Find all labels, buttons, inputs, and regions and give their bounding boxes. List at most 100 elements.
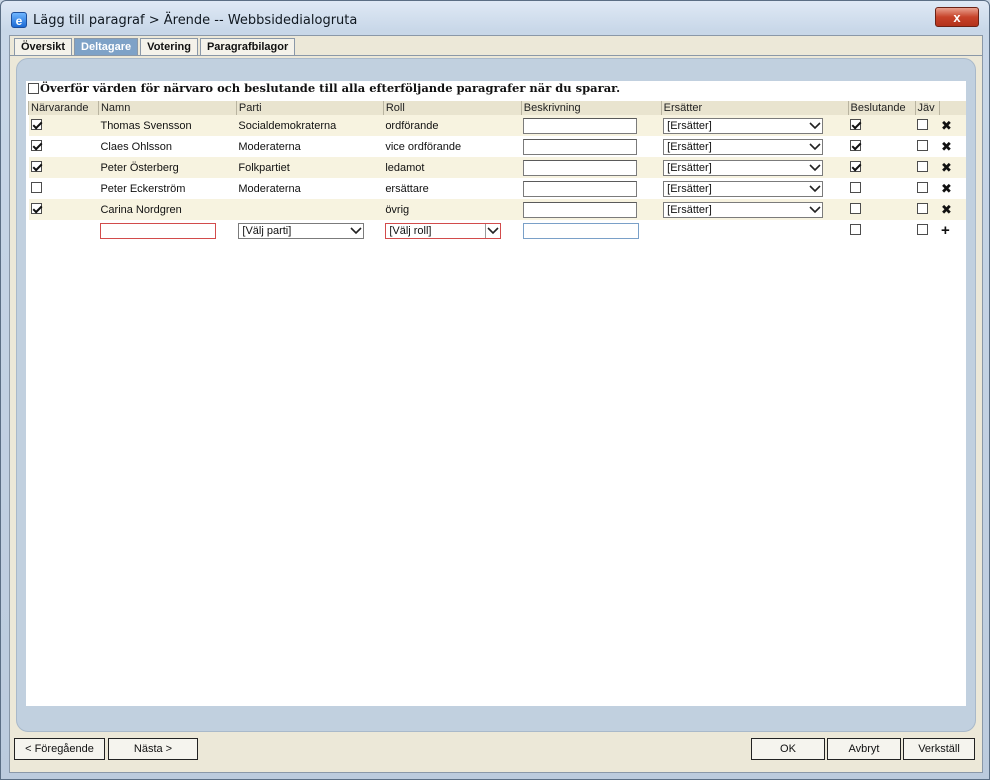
deciding-cell xyxy=(848,157,916,178)
deciding-checkbox[interactable] xyxy=(850,160,862,172)
remove-icon[interactable]: ✖ xyxy=(941,202,952,217)
party-cell: Moderaterna xyxy=(238,140,301,153)
participants-body: Thomas Svensson Socialdemokraterna ordföra… xyxy=(28,115,967,241)
cancel-button[interactable]: Avbryt xyxy=(827,738,901,760)
present-cell xyxy=(29,178,99,199)
table-row: Carina Nordgren övrig [Ersätter] ✖ xyxy=(28,199,966,220)
replaces-select[interactable]: [Ersätter] xyxy=(663,201,824,218)
tab-paragrafbilagor[interactable]: Paragrafbilagor xyxy=(199,38,296,55)
description-cell xyxy=(521,199,662,220)
replaces-cell: [Ersätter] xyxy=(661,199,849,220)
deciding-checkbox[interactable] xyxy=(850,118,862,130)
replaces-select-value: [Ersätter] xyxy=(667,140,712,153)
role-select[interactable]: [Välj roll] xyxy=(385,222,502,239)
new-name-input[interactable] xyxy=(100,222,217,239)
browser-icon: e xyxy=(11,12,27,28)
jav-checkbox[interactable] xyxy=(917,118,929,130)
deciding-checkbox[interactable] xyxy=(850,202,862,214)
new-role-cell: [Välj roll] xyxy=(383,220,521,241)
transfer-values-option[interactable]: Överför värden för närvaro och beslutand… xyxy=(28,81,620,95)
present-checkbox[interactable] xyxy=(30,202,42,214)
jav-checkbox[interactable] xyxy=(917,139,929,151)
transfer-label: Överför värden för närvaro och beslutand… xyxy=(40,81,621,95)
remove-icon[interactable]: ✖ xyxy=(941,181,952,196)
new-participant-row: [Välj parti] [Välj roll] + xyxy=(29,220,967,241)
remove-icon[interactable]: ✖ xyxy=(941,139,952,154)
deciding-cell xyxy=(848,115,916,136)
remove-cell: ✖ xyxy=(939,115,966,136)
replaces-select[interactable]: [Ersätter] xyxy=(663,138,824,155)
replaces-select-value: [Ersätter] xyxy=(667,182,712,195)
present-checkbox[interactable] xyxy=(30,139,42,151)
new-deciding-cell xyxy=(848,220,915,241)
tab-bar: Översikt Deltagare Votering Paragrafbila… xyxy=(14,38,297,56)
description-input[interactable] xyxy=(523,201,638,218)
transfer-checkbox[interactable] xyxy=(28,82,39,94)
present-cell xyxy=(28,157,99,178)
window-title: Lägg till paragraf > Ärende -- Webbsided… xyxy=(33,13,358,28)
replaces-cell: [Ersätter] xyxy=(661,115,849,136)
role-cell: vice ordförande xyxy=(385,140,462,153)
dialog-content: Översikt Deltagare Votering Paragrafbila… xyxy=(9,35,983,773)
party-select-value: [Välj parti] xyxy=(242,224,292,237)
new-jav-checkbox[interactable] xyxy=(917,223,929,235)
tab-votering[interactable]: Votering xyxy=(140,38,198,55)
new-description-cell xyxy=(521,220,661,241)
ok-button[interactable]: OK xyxy=(751,738,825,760)
next-button[interactable]: Nästa > xyxy=(108,738,198,760)
new-party-cell: [Välj parti] xyxy=(236,220,383,241)
role-cell: övrig xyxy=(383,199,522,220)
deciding-checkbox[interactable] xyxy=(850,181,862,193)
deciding-checkbox[interactable] xyxy=(850,139,862,151)
replaces-select[interactable]: [Ersätter] xyxy=(663,159,824,176)
empty-cell xyxy=(29,220,99,241)
tab-deltagare[interactable]: Deltagare xyxy=(74,38,139,55)
description-input[interactable] xyxy=(523,117,638,134)
col-header-deciding: Beslutande xyxy=(847,101,916,115)
add-icon[interactable]: + xyxy=(941,222,950,239)
role-cell: ersättare xyxy=(385,182,429,195)
tab-oversikt[interactable]: Översikt xyxy=(14,38,73,55)
table-row: Peter Eckerström Moderaterna ersättare [Ers… xyxy=(29,178,967,199)
description-input[interactable] xyxy=(523,138,638,155)
title-bar: e Lägg till paragraf > Ärende -- Webbsid… xyxy=(1,1,989,35)
jav-checkbox[interactable] xyxy=(917,160,929,172)
chevron-down-icon xyxy=(808,161,822,175)
col-header-present: Närvarande xyxy=(28,101,99,115)
new-jav-cell xyxy=(915,220,939,241)
col-header-name: Namn xyxy=(97,101,237,115)
replaces-select[interactable]: [Ersätter] xyxy=(663,117,824,134)
name-cell: Carina Nordgren xyxy=(98,199,237,220)
apply-button[interactable]: Verkställ xyxy=(903,738,975,760)
deciding-cell xyxy=(848,136,915,157)
close-button[interactable]: x xyxy=(935,7,979,27)
previous-button[interactable]: < Föregående xyxy=(14,738,105,760)
name-cell: Thomas Svensson xyxy=(98,115,237,136)
table-row: Thomas Svensson Socialdemokraterna ordföra… xyxy=(28,115,966,136)
chevron-down-icon xyxy=(485,223,501,238)
col-header-actions xyxy=(938,101,966,115)
new-deciding-checkbox[interactable] xyxy=(850,223,862,235)
new-description-input[interactable] xyxy=(523,222,640,239)
party-cell xyxy=(236,199,384,220)
description-input[interactable] xyxy=(523,180,638,197)
present-checkbox[interactable] xyxy=(30,181,42,193)
remove-icon[interactable]: ✖ xyxy=(941,118,952,133)
party-cell: Moderaterna xyxy=(238,182,301,195)
jav-checkbox[interactable] xyxy=(917,181,929,193)
empty-cell xyxy=(661,220,848,241)
deciding-cell xyxy=(848,199,916,220)
description-input[interactable] xyxy=(523,159,638,176)
jav-cell xyxy=(915,178,939,199)
role-cell: ledamot xyxy=(383,157,522,178)
jav-checkbox[interactable] xyxy=(917,202,929,214)
name-cell: Claes Ohlsson xyxy=(100,140,173,153)
present-checkbox[interactable] xyxy=(30,160,42,172)
replaces-select[interactable]: [Ersätter] xyxy=(663,180,824,197)
present-checkbox[interactable] xyxy=(30,118,42,130)
description-cell xyxy=(521,157,662,178)
party-select[interactable]: [Välj parti] xyxy=(238,222,365,239)
chevron-down-icon xyxy=(808,140,822,154)
jav-cell xyxy=(915,157,939,178)
remove-icon[interactable]: ✖ xyxy=(941,160,952,175)
